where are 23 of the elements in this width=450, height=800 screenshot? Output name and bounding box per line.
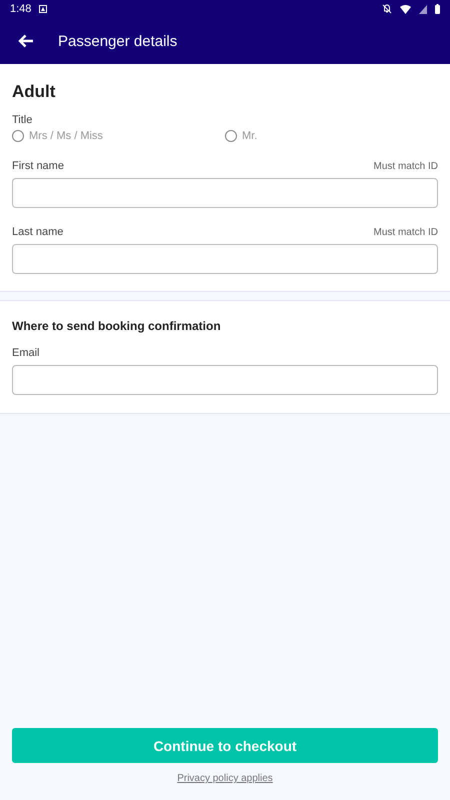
muted-bell-icon bbox=[382, 4, 392, 14]
wifi-icon bbox=[400, 4, 411, 14]
input-field[interactable] bbox=[12, 244, 438, 274]
section-heading: Where to send booking confirmation bbox=[12, 319, 222, 333]
signal-icon bbox=[419, 4, 427, 14]
field-label: First name bbox=[12, 160, 64, 172]
field-label: Last name bbox=[12, 226, 64, 238]
status-time: 1:48 bbox=[10, 3, 32, 15]
field-label: Title bbox=[12, 114, 34, 126]
input-field[interactable] bbox=[12, 178, 438, 208]
notification-icon bbox=[39, 5, 48, 13]
battery-icon bbox=[435, 4, 440, 14]
radio-option[interactable]: Mrs / Ms / Miss bbox=[12, 130, 225, 142]
section-heading: Adult bbox=[12, 82, 56, 102]
continue-button[interactable]: Continue to checkout bbox=[12, 728, 438, 763]
radio-option[interactable]: Mr. bbox=[225, 130, 438, 142]
privacy-link[interactable]: Privacy policy applies bbox=[177, 773, 273, 784]
input-field[interactable] bbox=[12, 365, 438, 395]
back-arrow-icon[interactable] bbox=[18, 34, 34, 48]
field-label: Email bbox=[12, 347, 40, 359]
screen-title: Passenger details bbox=[58, 32, 178, 50]
field-hint: Must match ID bbox=[374, 160, 438, 172]
field-hint: Must match ID bbox=[374, 226, 438, 238]
